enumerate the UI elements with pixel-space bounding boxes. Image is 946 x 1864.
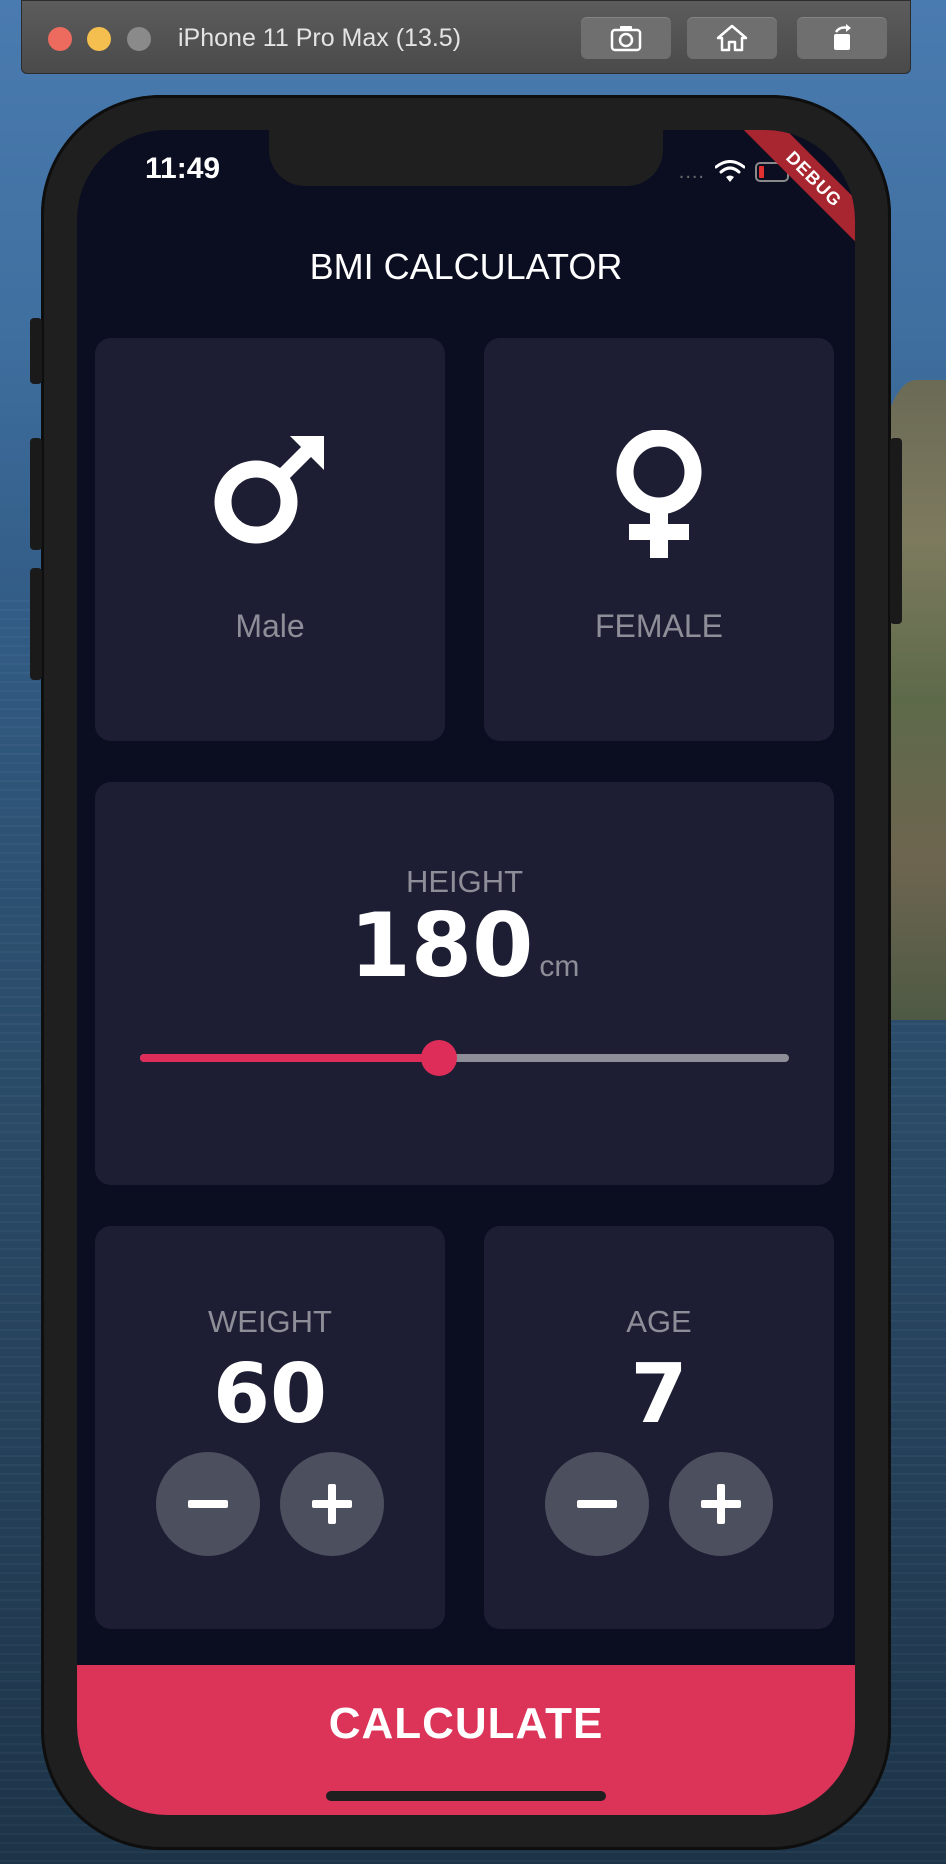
wifi-icon <box>715 160 745 182</box>
weight-label: WEIGHT <box>208 1304 332 1339</box>
mute-switch <box>30 318 42 384</box>
power-button <box>890 438 902 624</box>
home-indicator <box>326 1791 606 1801</box>
height-card: HEIGHT 180 cm <box>95 782 834 1185</box>
screenshot-button[interactable] <box>581 17 671 59</box>
weight-value: 60 <box>212 1347 328 1442</box>
age-label: AGE <box>626 1304 692 1339</box>
window-zoom-button[interactable] <box>127 27 151 51</box>
camera-icon <box>610 26 642 52</box>
weight-card: WEIGHT 60 <box>95 1226 445 1629</box>
simulator-title: iPhone 11 Pro Max (13.5) <box>178 24 462 52</box>
female-icon <box>616 430 702 558</box>
app-screen: 11:49 .... DEBUG BMI CALCULATOR Male FEM… <box>77 130 855 1815</box>
plus-icon <box>312 1484 352 1524</box>
rotate-icon <box>834 24 851 50</box>
minus-icon <box>577 1500 617 1508</box>
window-close-button[interactable] <box>48 27 72 51</box>
status-time: 11:49 <box>145 152 221 185</box>
age-decrement-button[interactable] <box>545 1452 649 1556</box>
minus-icon <box>188 1500 228 1508</box>
notch <box>269 130 663 186</box>
height-readout: 180 cm <box>95 894 834 997</box>
male-label: Male <box>235 608 305 644</box>
simulator-toolbar: iPhone 11 Pro Max (13.5) <box>21 0 911 74</box>
height-slider-active-track <box>140 1054 439 1062</box>
female-card[interactable]: FEMALE <box>484 338 834 741</box>
rotate-button[interactable] <box>797 17 887 59</box>
age-increment-button[interactable] <box>669 1452 773 1556</box>
weight-decrement-button[interactable] <box>156 1452 260 1556</box>
weight-increment-button[interactable] <box>280 1452 384 1556</box>
window-minimize-button[interactable] <box>87 27 111 51</box>
age-value: 7 <box>630 1347 688 1442</box>
home-button[interactable] <box>687 17 777 59</box>
volume-down-button <box>30 568 42 680</box>
height-slider[interactable] <box>140 1040 789 1076</box>
height-value: 180 <box>349 894 534 997</box>
height-slider-thumb[interactable] <box>420 1040 457 1076</box>
volume-up-button <box>30 438 42 550</box>
male-icon <box>214 436 324 544</box>
female-label: FEMALE <box>594 608 724 644</box>
male-card[interactable]: Male <box>95 338 445 741</box>
cellular-signal-icon: .... <box>678 160 705 183</box>
height-unit: cm <box>539 950 580 983</box>
plus-icon <box>701 1484 741 1524</box>
calculate-button[interactable]: CALCULATE <box>77 1665 855 1815</box>
app-title: BMI CALCULATOR <box>309 246 623 287</box>
home-icon <box>716 24 748 52</box>
calculate-label: CALCULATE <box>328 1699 604 1748</box>
age-card: AGE 7 <box>484 1226 834 1629</box>
